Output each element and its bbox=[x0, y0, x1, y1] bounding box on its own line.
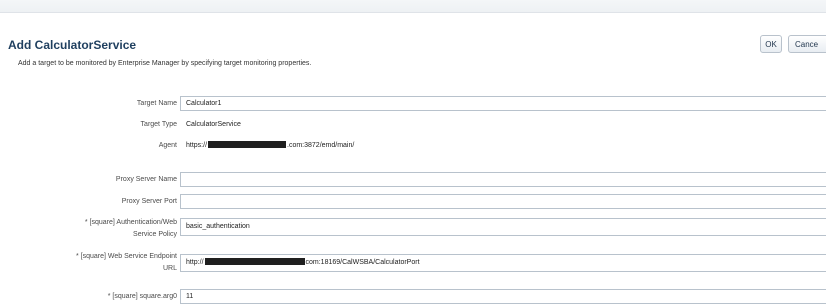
endpoint-url-suffix: com:18169/CalWSBA/CalculatorPort bbox=[305, 259, 420, 266]
target-type-label: Target Type bbox=[140, 121, 177, 128]
auth-policy-label-line1: * [square] Authentication/Web bbox=[84, 219, 177, 226]
top-strip bbox=[0, 0, 826, 13]
redacted-block bbox=[208, 141, 287, 148]
auth-policy-label: * [square] Authentication/Web Service Po… bbox=[85, 217, 177, 241]
proxy-server-port-input[interactable] bbox=[180, 194, 826, 209]
endpoint-url-input[interactable]: http:// com:18169/CalWSBA/CalculatorPort bbox=[180, 254, 826, 272]
page-title: Add CalculatorService bbox=[8, 38, 137, 52]
auth-policy-input[interactable]: basic_authentication bbox=[180, 218, 826, 236]
add-target-page: Add CalculatorService Add a target to be… bbox=[0, 0, 826, 305]
cancel-button[interactable]: Cance bbox=[788, 35, 826, 53]
endpoint-url-prefix: http:// bbox=[186, 259, 204, 266]
proxy-server-name-input[interactable] bbox=[180, 172, 826, 187]
auth-policy-label-line2: Service Policy bbox=[133, 231, 177, 238]
arg0-input[interactable]: 11 bbox=[180, 289, 826, 304]
redacted-block bbox=[204, 258, 305, 265]
agent-prefix: https:// bbox=[186, 142, 208, 149]
agent-label: Agent bbox=[158, 142, 177, 149]
arg0-label: * [square] square.arg0 bbox=[107, 293, 177, 300]
agent-suffix: .com:3872/emd/main/ bbox=[287, 142, 355, 149]
target-name-input[interactable]: Calculator1 bbox=[180, 96, 826, 111]
target-name-label: Target Name bbox=[136, 100, 177, 107]
page-subtitle: Add a target to be monitored by Enterpri… bbox=[18, 60, 312, 67]
agent-value: https:// .com:3872/emd/main/ bbox=[186, 140, 354, 152]
proxy-server-port-label: Proxy Server Port bbox=[121, 198, 177, 205]
endpoint-url-label-line2: URL bbox=[162, 265, 177, 272]
endpoint-url-label: * [square] Web Service Endpoint URL bbox=[76, 251, 177, 275]
proxy-server-name-label: Proxy Server Name bbox=[115, 176, 177, 183]
ok-button[interactable]: OK bbox=[760, 35, 782, 53]
target-type-value: CalculatorService bbox=[186, 121, 241, 128]
endpoint-url-label-line1: * [square] Web Service Endpoint bbox=[75, 253, 177, 260]
